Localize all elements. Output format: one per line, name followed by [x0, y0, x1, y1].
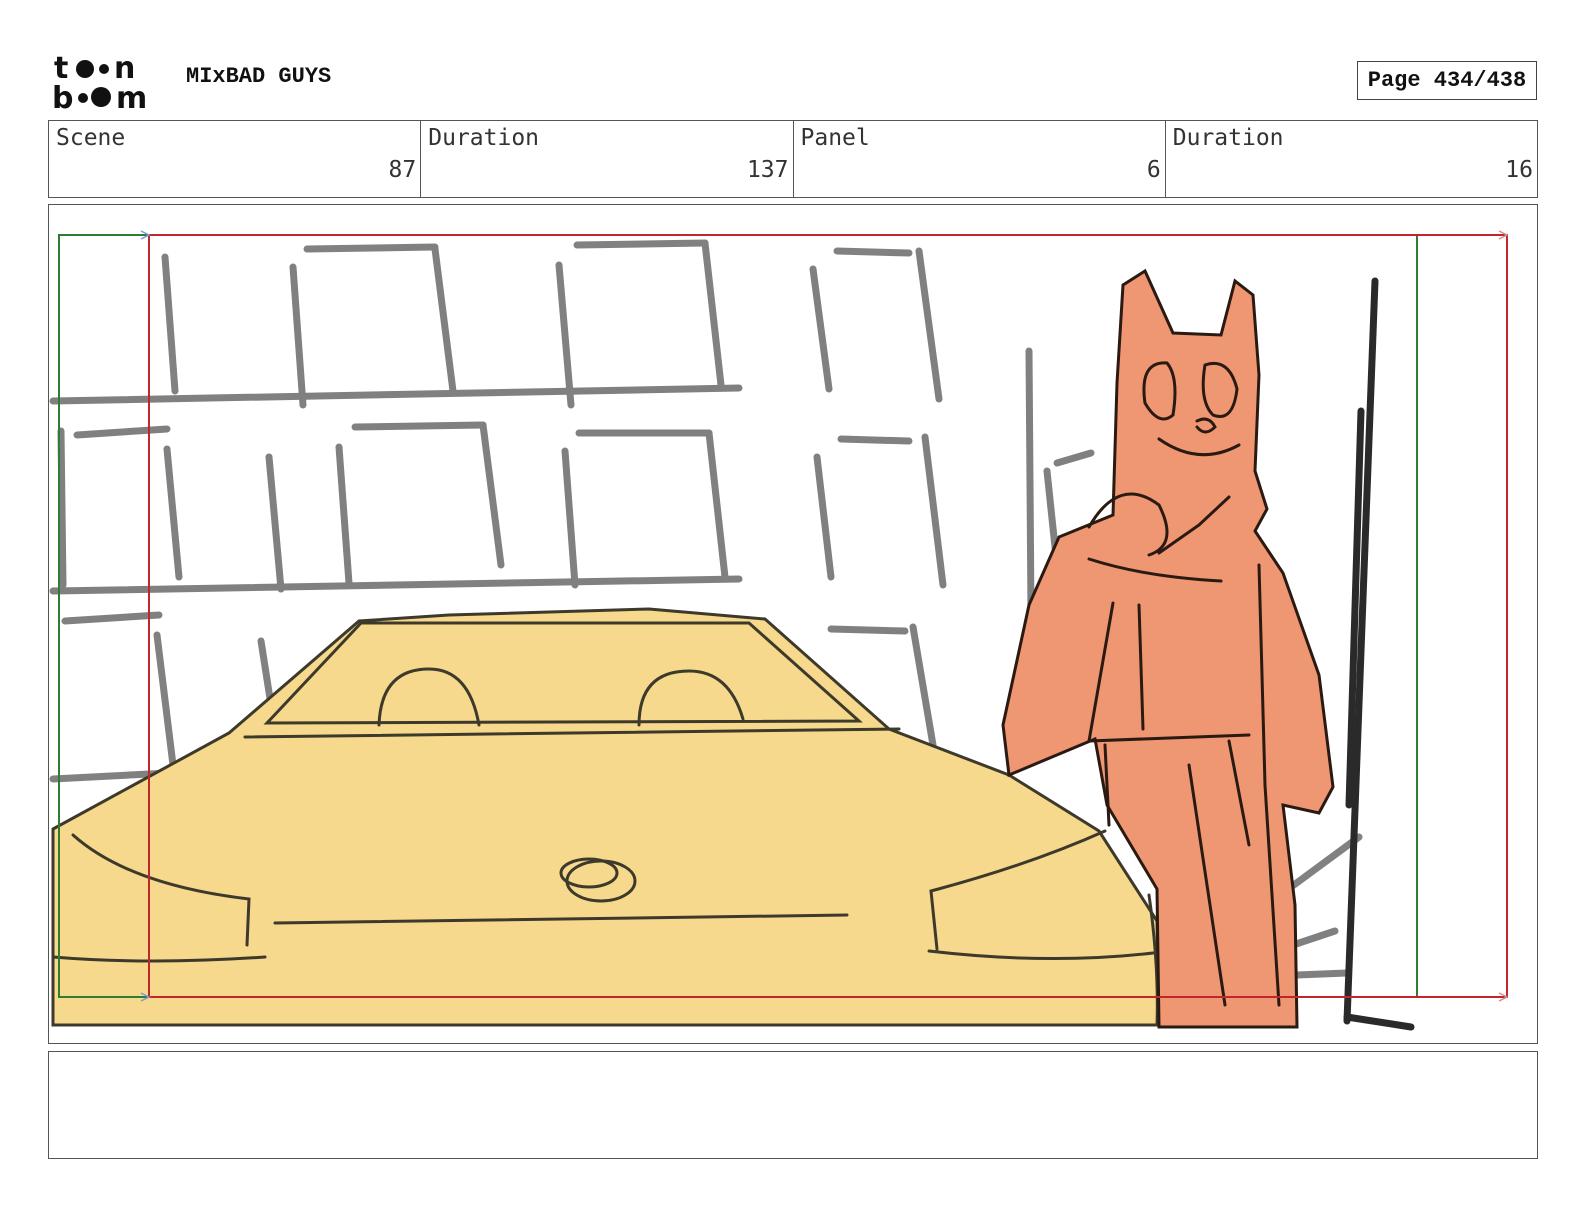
svg-text:b: b — [52, 81, 73, 110]
panel-duration-value: 16 — [1505, 157, 1533, 183]
svg-text:m: m — [116, 81, 147, 110]
scene-info-bar: Scene 87 Duration 137 Panel 6 Duration 1… — [48, 120, 1538, 198]
panel-sketch — [49, 230, 1509, 1031]
scene-label: Scene — [56, 125, 126, 151]
scene-duration-label: Duration — [428, 125, 540, 151]
scene-duration-cell: Duration 137 — [421, 121, 794, 197]
panel-notes-box[interactable] — [48, 1051, 1538, 1159]
scene-cell: Scene 87 — [49, 121, 422, 197]
storyboard-panel — [48, 204, 1538, 1044]
scene-value: 87 — [388, 157, 417, 183]
scene-duration-value: 137 — [746, 157, 789, 183]
project-title: MIxBAD GUYS — [186, 64, 332, 89]
panel-value: 6 — [1146, 157, 1161, 183]
doorway — [1343, 277, 1415, 1031]
page-indicator: Page 434/438 — [1357, 61, 1537, 100]
car-sketch — [51, 607, 1161, 1027]
toon-boom-logo: t n b m — [52, 52, 147, 110]
panel-cell: Panel 6 — [794, 121, 1166, 197]
panel-label: Panel — [800, 125, 870, 151]
panel-duration-cell: Duration 16 — [1166, 121, 1537, 197]
panel-duration-label: Duration — [1172, 125, 1284, 151]
